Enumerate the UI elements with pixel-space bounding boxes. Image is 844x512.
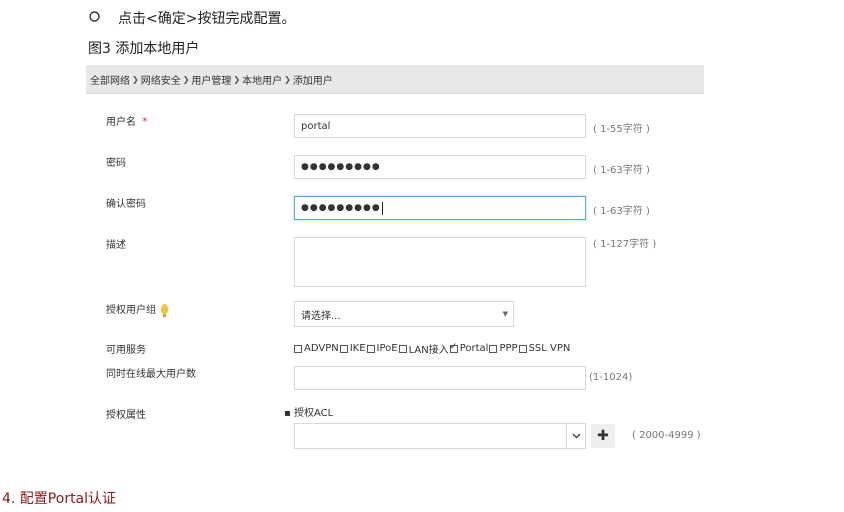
- group-label: 授权用户组: [106, 301, 168, 317]
- description-label: 描述: [106, 240, 126, 251]
- required-mark: *: [142, 115, 148, 128]
- screenshot-panel: 全部网络 ❯ 网络安全 ❯ 用户管理 ❯ 本地用户 ❯ 添加用户 用户名 * po…: [86, 65, 704, 455]
- figure-title: 图3 添加本地用户: [88, 41, 200, 57]
- step-instruction: 点击<确定>按钮完成配置。: [118, 11, 296, 27]
- service-option-ppp[interactable]: PPP: [489, 343, 518, 354]
- breadcrumb-item-current: 添加用户: [292, 75, 333, 87]
- username-label-text: 用户名: [106, 117, 136, 128]
- chevron-right-icon: ❯: [233, 74, 241, 84]
- max-online-hint: (1-1024): [589, 372, 633, 383]
- service-option-ipoe[interactable]: IPoE: [366, 343, 398, 354]
- service-label: SSL VPN: [528, 343, 571, 354]
- checkbox[interactable]: [489, 344, 498, 353]
- services-label: 可用服务: [106, 345, 146, 356]
- circle-outline-icon: [89, 11, 100, 22]
- acl-hint: ( 2000-4999 ): [632, 430, 701, 441]
- breadcrumb-item[interactable]: 网络安全: [141, 72, 181, 87]
- service-option-lan[interactable]: LAN接入: [398, 341, 449, 356]
- confirm-password-label: 确认密码: [106, 199, 146, 210]
- checkbox[interactable]: [294, 344, 302, 353]
- group-label-text: 授权用户组: [106, 305, 156, 316]
- username-hint: ( 1-55字符 ): [593, 124, 650, 135]
- checkbox-checked[interactable]: [449, 342, 458, 353]
- service-label: IPoE: [376, 343, 398, 354]
- section-heading: 4. 配置Portal认证: [2, 491, 117, 507]
- confirm-password-hint: ( 1-63字符 ): [593, 206, 650, 217]
- group-select[interactable]: 请选择... ▼: [294, 301, 514, 327]
- max-online-label: 同时在线最大用户数: [106, 369, 196, 380]
- add-acl-button[interactable]: ✚: [591, 424, 615, 448]
- password-label: 密码: [106, 158, 126, 169]
- password-input[interactable]: ●●●●●●●●●: [294, 155, 586, 179]
- acl-label-text: 授权ACL: [293, 408, 334, 419]
- checkbox[interactable]: [518, 344, 527, 353]
- breadcrumb-item[interactable]: 全部网络: [90, 72, 130, 87]
- checkbox[interactable]: [339, 344, 348, 353]
- max-online-input[interactable]: [294, 366, 586, 390]
- chevron-right-icon: ❯: [284, 74, 291, 84]
- service-option-ike[interactable]: IKE: [339, 343, 366, 354]
- username-label: 用户名 *: [106, 113, 148, 128]
- service-label: Portal: [459, 343, 489, 354]
- caret-down-icon: ▼: [502, 310, 508, 318]
- service-label: ADVPN: [304, 343, 339, 354]
- checkbox[interactable]: [398, 344, 407, 353]
- password-value: ●●●●●●●●●: [301, 162, 381, 172]
- service-option-advpn[interactable]: ADVPN: [294, 343, 339, 354]
- service-label: LAN接入: [408, 345, 449, 356]
- breadcrumb-item[interactable]: 用户管理: [191, 72, 231, 87]
- confirm-password-value: ●●●●●●●●●: [301, 203, 381, 213]
- chevron-right-icon: ❯: [182, 74, 190, 84]
- chevron-down-icon[interactable]: [566, 424, 585, 448]
- description-textarea[interactable]: [294, 237, 586, 287]
- username-value: portal: [301, 120, 331, 132]
- text-caret: [381, 201, 383, 215]
- breadcrumb: 全部网络 ❯ 网络安全 ❯ 用户管理 ❯ 本地用户 ❯ 添加用户: [86, 65, 704, 94]
- password-hint: ( 1-63字符 ): [593, 165, 650, 176]
- group-selected-value: 请选择...: [301, 310, 341, 322]
- service-label: PPP: [499, 343, 518, 354]
- username-input[interactable]: portal: [294, 114, 586, 138]
- description-hint: ( 1-127字符 ): [593, 239, 657, 250]
- plus-icon: ✚: [597, 428, 609, 444]
- breadcrumb-item[interactable]: 本地用户: [242, 72, 282, 87]
- acl-label: ▪ 授权ACL: [284, 408, 334, 419]
- checkbox[interactable]: [366, 344, 375, 353]
- services-group: ADVPN IKE IPoE LAN接入 Portal PPP SSL VPN: [294, 341, 571, 356]
- service-option-portal[interactable]: Portal: [449, 342, 489, 354]
- chevron-right-icon: ❯: [132, 74, 139, 84]
- lightbulb-icon[interactable]: [161, 304, 168, 317]
- service-option-sslvpn[interactable]: SSL VPN: [518, 343, 571, 354]
- acl-combobox[interactable]: [294, 423, 586, 449]
- confirm-password-input[interactable]: ●●●●●●●●●: [294, 196, 586, 220]
- auth-attr-label: 授权属性: [106, 410, 146, 421]
- service-label: IKE: [349, 343, 366, 354]
